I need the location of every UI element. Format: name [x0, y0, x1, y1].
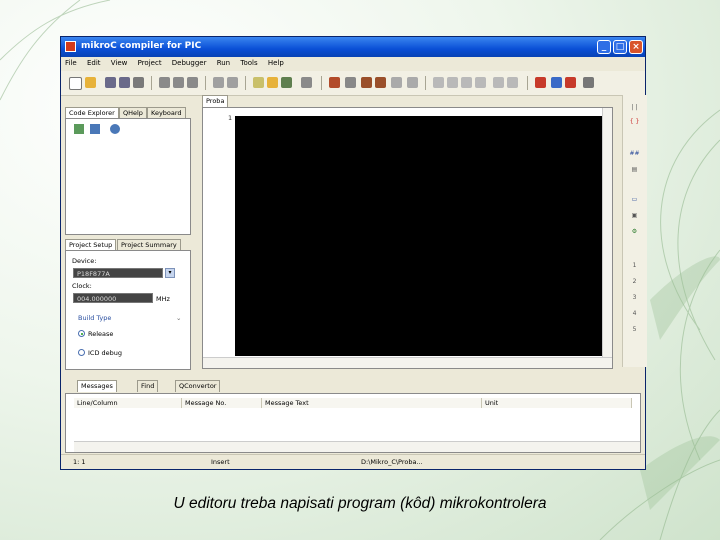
build-type-toggle-icon[interactable]: ⌄ — [176, 314, 181, 322]
right-toolbar: | | { } ## ▤ ▭ ▣ ⚙ 1 2 3 4 5 — [622, 95, 647, 367]
minimize-button[interactable]: _ — [597, 40, 611, 54]
clock-unit: MHz — [156, 295, 170, 303]
debug-icon[interactable] — [407, 77, 418, 88]
copy-icon[interactable] — [173, 77, 184, 88]
bookmark-1-icon[interactable]: 1 — [629, 261, 640, 271]
clock-label: Clock: — [72, 282, 92, 290]
messages-panel: Line/Column Message No. Message Text Uni… — [65, 393, 641, 453]
step-out-icon[interactable] — [461, 77, 472, 88]
bracket-icon[interactable]: | | — [629, 103, 640, 113]
tab-find[interactable]: Find — [137, 380, 159, 392]
lcd-icon[interactable]: ▭ — [629, 195, 640, 205]
bookmark-2-icon[interactable]: 2 — [629, 277, 640, 287]
build-all-icon[interactable] — [375, 77, 386, 88]
messages-horizontal-scrollbar[interactable] — [74, 441, 640, 452]
status-bar: 1: 1 Insert D:\Mikro_C\Proba... — [61, 454, 645, 469]
usart-terminal-icon[interactable] — [551, 77, 562, 88]
explorer-list-icon[interactable] — [90, 124, 100, 134]
eeprom-icon[interactable]: ▣ — [629, 211, 640, 221]
tab-proba[interactable]: Proba — [202, 95, 229, 107]
ascii-table-icon[interactable]: ## — [629, 149, 640, 159]
search-icon[interactable] — [345, 77, 356, 88]
clock-input[interactable]: 004.000000 — [73, 293, 153, 303]
icd-debug-label: ICD debug — [88, 349, 123, 357]
menu-help[interactable]: Help — [264, 57, 288, 67]
title-bar[interactable]: mikroC compiler for PIC _ □ × — [61, 37, 645, 57]
status-mode: Insert — [211, 458, 230, 466]
flash-icon[interactable] — [391, 77, 402, 88]
release-radio[interactable] — [78, 330, 85, 337]
close-icon[interactable] — [565, 77, 576, 88]
device-select[interactable]: P18F877A — [73, 268, 163, 278]
redo-icon[interactable] — [227, 77, 238, 88]
watch-icon[interactable] — [493, 77, 504, 88]
icd-debug-radio[interactable] — [78, 349, 85, 356]
code-template-icon[interactable]: { } — [629, 117, 640, 127]
line-number: 1 — [228, 114, 233, 122]
stop-icon[interactable] — [507, 77, 518, 88]
open-project-icon[interactable] — [267, 77, 278, 88]
breakpoint-icon[interactable] — [535, 77, 546, 88]
chevron-down-icon[interactable]: ▾ — [165, 268, 175, 278]
seven-segment-icon[interactable]: ▤ — [629, 165, 640, 175]
window-title: mikroC compiler for PIC — [81, 41, 202, 51]
editor-text-area[interactable] — [235, 116, 602, 356]
status-path: D:\Mikro_C\Proba... — [361, 458, 423, 466]
help-icon[interactable] — [110, 124, 120, 134]
menu-debugger[interactable]: Debugger — [168, 57, 211, 67]
step-over-icon[interactable] — [447, 77, 458, 88]
column-message-text[interactable]: Message Text — [262, 398, 482, 408]
editor-vertical-scrollbar[interactable] — [602, 108, 612, 358]
calculator-icon[interactable] — [583, 77, 594, 88]
message-tab-row: Messages Find QConvertor — [67, 380, 267, 392]
step-into-icon[interactable] — [433, 77, 444, 88]
menu-tools[interactable]: Tools — [236, 57, 261, 67]
explorer-tree-icon[interactable] — [74, 124, 84, 134]
bookmark-5-icon[interactable]: 5 — [629, 325, 640, 335]
build-type-label: Build Type — [78, 314, 112, 322]
column-unit[interactable]: Unit — [482, 398, 632, 408]
build-icon[interactable] — [329, 77, 340, 88]
save-icon[interactable] — [105, 77, 116, 88]
menu-run[interactable]: Run — [213, 57, 234, 67]
save-all-icon[interactable] — [119, 77, 130, 88]
new-project-icon[interactable] — [253, 77, 264, 88]
status-position: 1: 1 — [73, 458, 86, 466]
column-line[interactable]: Line/Column — [74, 398, 182, 408]
print-icon[interactable] — [133, 77, 144, 88]
tab-messages[interactable]: Messages — [77, 380, 117, 392]
compile-icon[interactable] — [361, 77, 372, 88]
menu-bar: File Edit View Project Debugger Run Tool… — [61, 57, 645, 71]
column-message-no[interactable]: Message No. — [182, 398, 262, 408]
project-options-icon[interactable] — [281, 77, 292, 88]
release-label: Release — [88, 330, 114, 338]
cut-icon[interactable] — [159, 77, 170, 88]
menu-edit[interactable]: Edit — [83, 57, 105, 67]
paste-icon[interactable] — [187, 77, 198, 88]
slide-caption: U editoru treba napisati program (kôd) m… — [173, 495, 547, 512]
app-icon — [65, 41, 76, 52]
menu-view[interactable]: View — [107, 57, 132, 67]
mikroc-window: mikroC compiler for PIC _ □ × File Edit … — [60, 36, 647, 470]
undo-icon[interactable] — [213, 77, 224, 88]
device-label: Device: — [72, 257, 97, 265]
editor-tab-row: Proba — [202, 95, 613, 107]
new-file-icon[interactable] — [69, 77, 82, 90]
code-explorer-panel — [65, 118, 191, 235]
menu-file[interactable]: File — [61, 57, 81, 67]
menu-project[interactable]: Project — [134, 57, 166, 67]
editor-horizontal-scrollbar[interactable] — [203, 357, 612, 368]
project-setup-panel: Device: P18F877A ▾ Clock: 004.000000 MHz… — [65, 250, 191, 370]
close-button[interactable]: × — [629, 40, 643, 54]
run-to-cursor-icon[interactable] — [475, 77, 486, 88]
main-toolbar — [61, 71, 645, 96]
maximize-button[interactable]: □ — [613, 40, 627, 54]
tab-qconvertor[interactable]: QConvertor — [175, 380, 221, 392]
open-folder-icon[interactable] — [85, 77, 96, 88]
close-project-icon[interactable] — [301, 77, 312, 88]
code-editor[interactable]: 1 — [202, 107, 613, 369]
bookmark-4-icon[interactable]: 4 — [629, 309, 640, 319]
bookmark-3-icon[interactable]: 3 — [629, 293, 640, 303]
hid-terminal-icon[interactable]: ⚙ — [629, 227, 640, 237]
